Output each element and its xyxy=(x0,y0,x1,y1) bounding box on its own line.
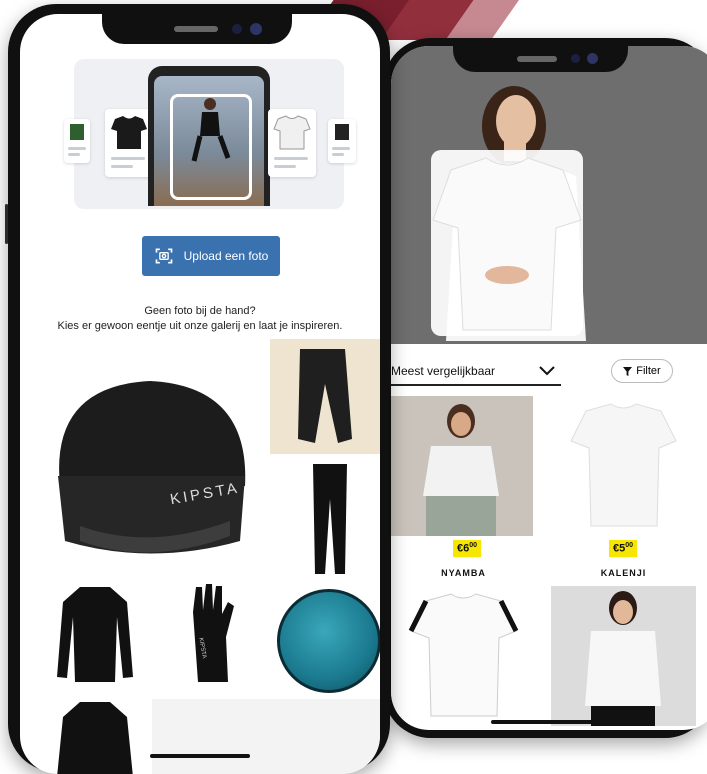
product-thumb-card xyxy=(105,109,153,177)
white-tshirt-image xyxy=(432,157,582,331)
upload-photo-button[interactable]: Upload een foto xyxy=(142,236,280,276)
home-indicator xyxy=(150,754,250,758)
gallery-item-pants[interactable] xyxy=(270,339,380,454)
price-tag: €600 xyxy=(453,540,482,557)
helper-line-1: Geen foto bij de hand? xyxy=(144,305,256,317)
chevron-down-icon xyxy=(539,366,555,376)
side-button xyxy=(5,204,8,244)
price-main: €6 xyxy=(457,542,470,555)
gallery-helper-text: Geen foto bij de hand? Kies er gewoon ee… xyxy=(20,304,380,334)
front-camera xyxy=(232,24,242,34)
camera-scan-icon xyxy=(155,248,172,264)
product-card[interactable]: €500 KALENJI xyxy=(551,396,696,586)
right-phone-screen: Meest vergelijkbaar Filter €600 NYAMBA €… xyxy=(391,46,707,730)
left-phone-notch xyxy=(102,14,292,44)
crop-selection-box[interactable] xyxy=(431,150,583,336)
product-thumb-card xyxy=(268,109,316,177)
price-cents: 00 xyxy=(625,542,634,549)
gallery-item-glove[interactable]: KIPSTA xyxy=(178,582,248,692)
filter-label: Filter xyxy=(636,365,661,377)
helper-line-2: Kies er gewoon eentje uit onze galerij e… xyxy=(57,320,343,332)
front-camera xyxy=(571,54,580,63)
scan-frame xyxy=(170,94,252,200)
sort-dropdown[interactable]: Meest vergelijkbaar xyxy=(391,358,561,386)
gallery-item-beanie[interactable]: KIPSTA xyxy=(40,366,260,566)
upload-photo-label: Upload een foto xyxy=(183,249,269,263)
filter-icon xyxy=(623,366,633,376)
filter-button[interactable]: Filter xyxy=(611,359,673,383)
product-image xyxy=(551,396,696,536)
product-card[interactable]: €600 NYAMBA xyxy=(391,396,536,586)
product-card[interactable] xyxy=(391,586,536,726)
speaker-grille xyxy=(174,26,218,32)
left-phone: Upload een foto Geen foto bij de hand? K… xyxy=(5,4,390,774)
front-sensor xyxy=(587,53,598,64)
product-thumb-card xyxy=(64,119,90,163)
product-image xyxy=(391,586,536,726)
right-phone-notch xyxy=(453,46,628,72)
product-image xyxy=(391,396,533,536)
sort-selected-label: Meest vergelijkbaar xyxy=(391,364,496,378)
gallery-item-placeholder[interactable] xyxy=(152,699,380,774)
uploaded-photo-preview xyxy=(391,46,707,344)
gallery-item-leggings[interactable] xyxy=(305,459,355,579)
front-sensor xyxy=(250,23,262,35)
product-image xyxy=(551,586,696,726)
right-phone: Meest vergelijkbaar Filter €600 NYAMBA €… xyxy=(380,38,707,738)
gallery-item-long-sleeve[interactable] xyxy=(55,582,135,687)
price-main: €5 xyxy=(613,542,626,555)
left-phone-screen: Upload een foto Geen foto bij de hand? K… xyxy=(20,14,380,774)
product-brand: KALENJI xyxy=(600,568,647,578)
product-card[interactable] xyxy=(551,586,696,726)
speaker-grille xyxy=(517,56,557,62)
gallery-item-round-towel[interactable] xyxy=(277,589,380,693)
product-thumb-card xyxy=(328,119,356,163)
gallery-item-base-layer[interactable] xyxy=(55,697,135,774)
price-tag: €500 xyxy=(609,540,638,557)
price-cents: 00 xyxy=(469,542,478,549)
home-indicator xyxy=(491,720,601,724)
product-brand: NYAMBA xyxy=(441,568,486,578)
